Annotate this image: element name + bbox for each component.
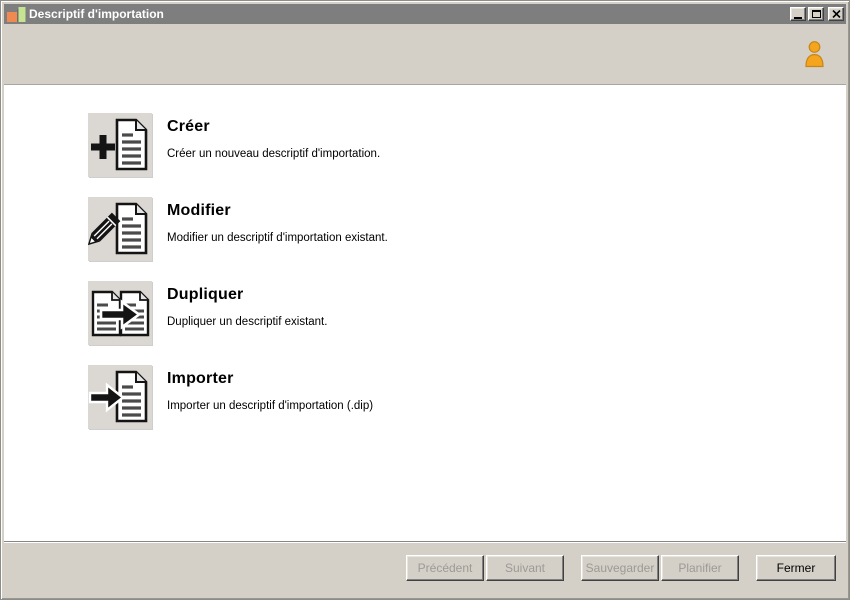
- previous-button[interactable]: Précédent: [406, 555, 484, 581]
- option-modifier[interactable]: Modifier Modifier un descriptif d'import…: [88, 197, 846, 261]
- minimize-button[interactable]: [790, 7, 806, 21]
- minimize-icon: [794, 17, 802, 19]
- option-dupliquer[interactable]: Dupliquer Dupliquer un descriptif exista…: [88, 281, 846, 345]
- option-text: Créer Créer un nouveau descriptif d'impo…: [167, 113, 380, 160]
- close-icon: [831, 10, 841, 18]
- close-dialog-button[interactable]: Fermer: [756, 555, 836, 581]
- app-logo-icon: [6, 5, 26, 23]
- option-description: Importer un descriptif d'importation (.d…: [167, 400, 374, 412]
- option-description: Créer un nouveau descriptif d'importatio…: [167, 148, 381, 160]
- option-creer[interactable]: Créer Créer un nouveau descriptif d'impo…: [88, 113, 846, 177]
- import-arrow-document-icon: [88, 365, 152, 429]
- close-button[interactable]: [828, 7, 844, 21]
- schedule-button[interactable]: Planifier: [661, 555, 739, 581]
- option-importer[interactable]: Importer Importer un descriptif d'import…: [88, 365, 846, 429]
- header-band: [4, 24, 846, 85]
- option-text: Importer Importer un descriptif d'import…: [167, 365, 373, 412]
- pencil-document-icon: [88, 197, 152, 261]
- option-list: Créer Créer un nouveau descriptif d'impo…: [4, 85, 846, 429]
- maximize-button[interactable]: [808, 7, 824, 21]
- option-text: Dupliquer Dupliquer un descriptif exista…: [167, 281, 327, 328]
- window-title: Descriptif d'importation: [29, 7, 164, 21]
- import-descriptor-dialog: Descriptif d'importation Créer Créer un …: [0, 0, 850, 600]
- next-button[interactable]: Suivant: [486, 555, 564, 581]
- option-text: Modifier Modifier un descriptif d'import…: [167, 197, 388, 244]
- option-title: Modifier: [167, 202, 231, 219]
- titlebar[interactable]: Descriptif d'importation: [4, 4, 846, 24]
- plus-document-icon: [88, 113, 152, 177]
- person-icon[interactable]: [803, 40, 826, 68]
- footer-button-bar: Précédent Suivant Sauvegarder Planifier …: [4, 543, 846, 596]
- option-description: Modifier un descriptif d'importation exi…: [167, 232, 388, 244]
- option-title: Dupliquer: [167, 286, 244, 303]
- duplicate-document-icon: [88, 281, 152, 345]
- option-description: Dupliquer un descriptif existant.: [167, 316, 328, 328]
- maximize-icon: [811, 10, 821, 18]
- option-title: Importer: [167, 370, 234, 387]
- option-title: Créer: [167, 118, 210, 135]
- content-area: Créer Créer un nouveau descriptif d'impo…: [4, 85, 846, 541]
- save-button[interactable]: Sauvegarder: [581, 555, 659, 581]
